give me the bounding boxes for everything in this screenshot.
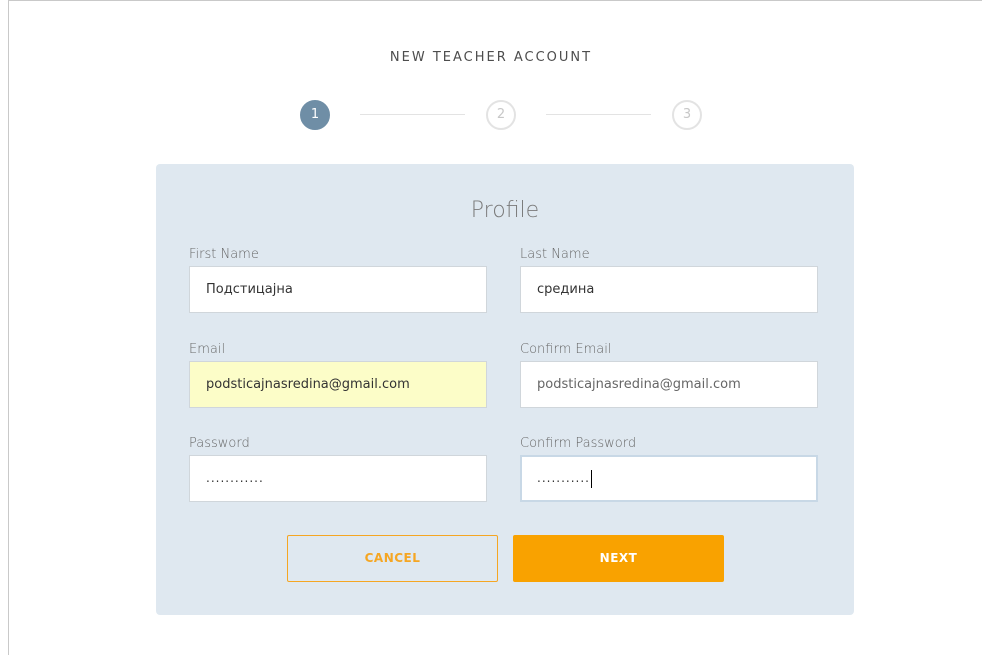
password-value: ............ bbox=[206, 471, 264, 485]
first-name-field[interactable]: Подстицајна bbox=[189, 266, 487, 313]
email-field[interactable]: podsticajnasredina@gmail.com bbox=[189, 361, 487, 408]
step-connector bbox=[546, 114, 651, 115]
next-button[interactable]: NEXT bbox=[513, 535, 724, 582]
page-title: NEW TEACHER ACCOUNT bbox=[389, 50, 593, 65]
password-label: Password bbox=[189, 436, 250, 451]
last-name-value: средина bbox=[537, 282, 595, 297]
step-connector bbox=[360, 114, 465, 115]
email-label: Email bbox=[189, 342, 226, 357]
password-field[interactable]: ............ bbox=[189, 455, 487, 502]
step-2: 2 bbox=[486, 100, 516, 130]
step-3: 3 bbox=[672, 100, 702, 130]
confirm-password-field[interactable]: ........... bbox=[520, 455, 818, 502]
step-indicator: 1 2 3 bbox=[300, 100, 710, 130]
confirm-email-field[interactable]: podsticajnasredina@gmail.com bbox=[520, 361, 818, 408]
first-name-value: Подстицајна bbox=[206, 282, 293, 297]
cancel-button[interactable]: CANCEL bbox=[287, 535, 498, 582]
first-name-label: First Name bbox=[189, 247, 259, 262]
text-cursor bbox=[590, 469, 592, 488]
form-title: Profile bbox=[470, 198, 540, 223]
confirm-password-label: Confirm Password bbox=[520, 436, 637, 451]
confirm-email-value: podsticajnasredina@gmail.com bbox=[537, 377, 741, 392]
last-name-label: Last Name bbox=[520, 247, 590, 262]
email-value: podsticajnasredina@gmail.com bbox=[206, 377, 410, 392]
confirm-password-value: ........... bbox=[537, 471, 590, 485]
profile-form-panel: Profile First Name Подстицајна Last Name… bbox=[156, 164, 854, 615]
confirm-email-label: Confirm Email bbox=[520, 342, 612, 357]
last-name-field[interactable]: средина bbox=[520, 266, 818, 313]
step-1: 1 bbox=[300, 100, 330, 130]
